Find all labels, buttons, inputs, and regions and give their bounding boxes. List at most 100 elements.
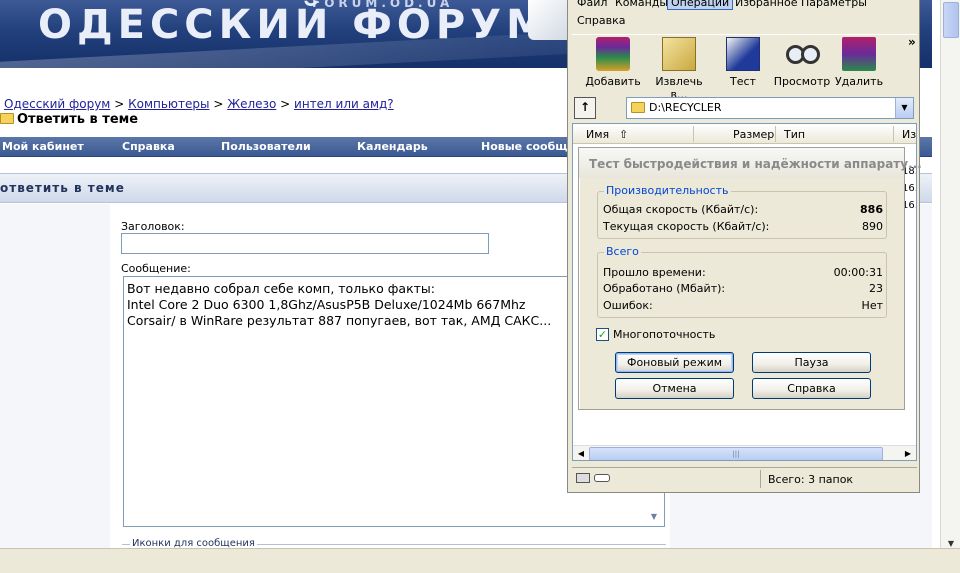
message-icons-fieldset: Иконки для сообщения (122, 538, 666, 548)
toolbar-more-chevron-icon[interactable]: » (908, 35, 916, 49)
test-button[interactable]: Тест (712, 37, 774, 88)
benchmark-title[interactable]: Тест быстродействия и надёжности аппарат… (579, 148, 922, 178)
address-bar: ↑ D:\RECYCLER ▼ (572, 96, 917, 120)
reply-heading: Ответить в теме (0, 112, 138, 127)
delete-button-label: Удалить (834, 75, 884, 88)
test-button-label: Тест (730, 75, 756, 88)
folder-icon (0, 113, 14, 124)
breadcrumb-link-home[interactable]: Одесский форум (4, 97, 110, 111)
subject-label: Заголовок: (121, 220, 185, 233)
column-separator[interactable] (775, 126, 776, 142)
errors-row: Ошибок: Нет (603, 299, 883, 312)
current-speed-row: Текущая скорость (Кбайт/с): 890 (603, 220, 883, 233)
nav-new-posts[interactable]: Новые сообще (481, 140, 575, 153)
extract-folder-icon (662, 37, 696, 71)
scroll-right-arrow[interactable]: ▶ (900, 446, 916, 460)
message-scroll-down[interactable]: ▼ (645, 508, 663, 526)
total-speed-value: 886 (860, 203, 883, 216)
view-button-label: Просмотр (773, 75, 831, 88)
chevron-down-icon[interactable]: ▼ (895, 98, 913, 118)
column-modified[interactable]: Из (902, 128, 916, 141)
processed-row: Обработано (Мбайт): 23 (603, 282, 883, 295)
status-text: Всего: 3 папок (768, 473, 854, 486)
help-button[interactable]: Справка (752, 378, 871, 399)
add-button-label: Добавить (585, 75, 641, 88)
totals-group: Всего Прошло времени: 00:00:31 Обработан… (597, 245, 887, 318)
performance-group: Производительность Общая скорость (Кбайт… (597, 184, 887, 239)
multithread-label[interactable]: Многопоточность (613, 328, 715, 341)
nav-help[interactable]: Справка (122, 140, 175, 153)
breadcrumb-link-hardware[interactable]: Железо (227, 97, 276, 111)
add-button[interactable]: Добавить (582, 37, 644, 88)
message-label: Сообщение: (121, 262, 191, 275)
path-text: D:\RECYCLER (649, 101, 722, 114)
elapsed-value: 00:00:31 (833, 266, 883, 279)
performance-group-title: Производительность (604, 184, 731, 197)
current-speed-value: 890 (862, 220, 883, 233)
errors-label: Ошибок: (603, 299, 653, 312)
file-list-header: Имя ⇧ Размер Тип Из (573, 124, 916, 144)
scroll-left-arrow[interactable]: ◀ (573, 446, 589, 460)
up-folder-button[interactable]: ↑ (574, 97, 596, 119)
breadcrumb-link-topic[interactable]: интел или амд? (294, 97, 394, 111)
banner-title: ОДЕССКИЙ ФОРУМ (38, 2, 551, 48)
winrar-statusbar: Всего: 3 папок (572, 467, 917, 489)
reply-heading-text: Ответить в теме (17, 112, 139, 127)
menu-file[interactable]: Файл (577, 0, 607, 9)
column-size[interactable]: Размер (733, 128, 774, 141)
status-separator (760, 470, 761, 488)
errors-value: Нет (861, 299, 883, 312)
menu-operations[interactable]: Операции (667, 0, 734, 10)
column-type[interactable]: Тип (784, 128, 805, 141)
view-button[interactable]: Просмотр (771, 37, 833, 88)
background-mode-button[interactable]: Фоновый режим (615, 352, 734, 373)
browser-statusbar (0, 548, 960, 573)
nav-calendar[interactable]: Календарь (357, 140, 428, 153)
horizontal-scroll-thumb[interactable]: ||| (589, 447, 883, 460)
winrar-menubar: Файл Команды Операции Избранное Параметр… (568, 0, 920, 34)
page-scrollbar-thumb[interactable] (943, 2, 959, 38)
processed-value: 23 (869, 282, 883, 295)
subject-input[interactable] (121, 233, 489, 254)
page-scrollbar[interactable]: ▼ (940, 0, 960, 552)
breadcrumb: Одесский форум > Компьютеры > Железо > и… (4, 97, 394, 111)
elapsed-label: Прошло времени: (603, 266, 706, 279)
delete-archive-icon (842, 37, 876, 71)
message-icons-legend: Иконки для сообщения (130, 538, 257, 548)
menu-options[interactable]: Параметры (801, 0, 867, 9)
extract-button[interactable]: Извлечь в... (648, 37, 710, 101)
pause-button[interactable]: Пауза (752, 352, 871, 373)
glasses-icon (785, 37, 820, 71)
sort-arrow-icon: ⇧ (619, 128, 629, 141)
winrar-toolbar: Добавить Извлечь в... Тест Просмотр Удал… (572, 34, 917, 101)
menu-help[interactable]: Справка (577, 14, 625, 27)
delete-button[interactable]: Удалить (828, 37, 890, 88)
elapsed-row: Прошло времени: 00:00:31 (603, 266, 883, 279)
column-name[interactable]: Имя (586, 128, 609, 141)
menu-commands[interactable]: Команды (615, 0, 668, 9)
test-archive-icon (726, 37, 760, 71)
column-separator[interactable] (893, 126, 894, 142)
key-icon[interactable] (594, 474, 610, 482)
section-title: ответить в теме (0, 181, 125, 195)
path-combobox[interactable]: D:\RECYCLER ▼ (626, 97, 914, 119)
multithread-checkbox[interactable]: ✓ (596, 328, 609, 341)
total-speed-row: Общая скорость (Кбайт/с): 886 (603, 203, 883, 216)
column-separator[interactable] (693, 126, 694, 142)
breadcrumb-link-computers[interactable]: Компьютеры (128, 97, 209, 111)
drive-icon[interactable] (576, 473, 590, 483)
add-archive-icon (596, 37, 630, 71)
menu-favorites[interactable]: Избранное (735, 0, 797, 9)
total-speed-label: Общая скорость (Кбайт/с): (603, 203, 759, 216)
cancel-button[interactable]: Отмена (615, 378, 734, 399)
current-speed-label: Текущая скорость (Кбайт/с): (603, 220, 770, 233)
processed-label: Обработано (Мбайт): (603, 282, 726, 295)
totals-group-title: Всего (604, 245, 641, 258)
nav-users[interactable]: Пользователи (221, 140, 311, 153)
nav-my-cabinet[interactable]: Мой кабинет (2, 140, 84, 153)
folder-icon (631, 102, 645, 113)
breadcrumb-sep: > (213, 97, 224, 111)
breadcrumb-sep: > (280, 97, 291, 111)
horizontal-scrollbar[interactable]: ◀ ||| ▶ (573, 445, 916, 460)
breadcrumb-sep: > (114, 97, 125, 111)
